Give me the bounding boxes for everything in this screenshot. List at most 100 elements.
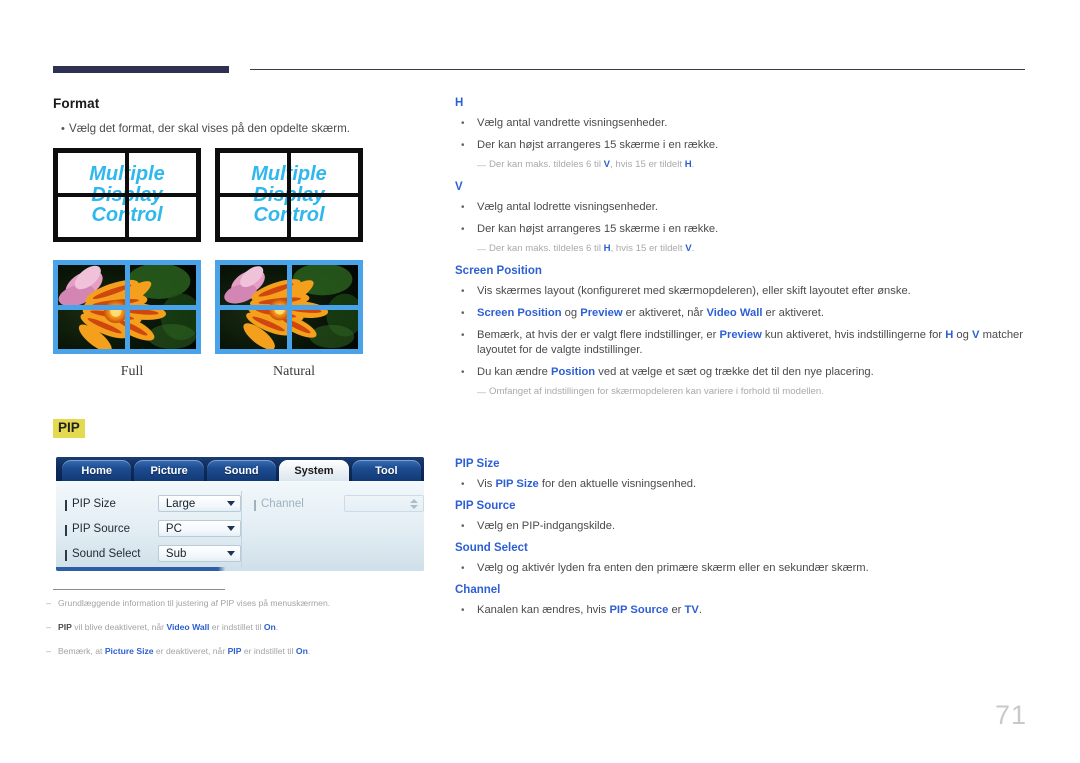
wall-text-line3: Control bbox=[253, 204, 325, 227]
bullet-glyph: • bbox=[461, 140, 465, 151]
osd-row-sound-select[interactable]: Sound Select Sub bbox=[65, 541, 241, 566]
bullet-text: Vælg og aktivér lyden fra enten den prim… bbox=[477, 562, 869, 574]
bullet-item: • Der kan højst arrangeres 15 skærme i e… bbox=[455, 138, 1030, 153]
osd-left-column: PIP Size Large PIP Source PC Sound Selec… bbox=[56, 491, 241, 571]
bullet-text: Du kan ændre Position ved at vælge et sæ… bbox=[477, 366, 874, 378]
bullet-glyph: • bbox=[461, 286, 465, 297]
note-dash: — bbox=[477, 160, 486, 170]
bullet-item: • Vælg antal vandrette visningsenheder. bbox=[455, 116, 1030, 131]
flower-photo bbox=[58, 265, 196, 349]
bullet-item: • Der kan højst arrangeres 15 skærme i e… bbox=[455, 222, 1030, 237]
wall-text-line1: Multiple bbox=[89, 163, 165, 186]
bullet-text: Der kan højst arrangeres 15 skærme i en … bbox=[477, 139, 719, 151]
bullet-text: Vælg antal lodrette visningsenheder. bbox=[477, 201, 658, 213]
note-dash: — bbox=[477, 387, 486, 397]
osd-label-channel: Channel bbox=[254, 498, 344, 511]
bullet-glyph: • bbox=[461, 330, 465, 341]
wall-photo-natural bbox=[215, 260, 363, 354]
footnote-dash: – bbox=[46, 622, 52, 632]
note-item: — Omfanget af indstillingen for skærmopd… bbox=[455, 385, 1030, 399]
footnote-dash: – bbox=[46, 598, 52, 608]
osd-value-pip-size: Large bbox=[165, 497, 196, 510]
osd-tab-picture[interactable]: Picture bbox=[134, 460, 204, 481]
wall-diagram-natural-text: Multiple Display Control bbox=[215, 148, 363, 242]
caption-natural: Natural bbox=[273, 364, 315, 379]
footnote-item: – Grundlæggende information til justerin… bbox=[46, 597, 446, 610]
bullet-glyph: • bbox=[461, 224, 465, 235]
wall-text-line2: Display bbox=[91, 183, 163, 206]
osd-row-pip-source[interactable]: PIP Source PC bbox=[65, 516, 241, 541]
osd-row-channel: Channel bbox=[254, 491, 424, 516]
osd-tab-tool[interactable]: Tool bbox=[351, 460, 422, 481]
format-bullet: • Vælg det format, der skal vises på den… bbox=[53, 121, 433, 137]
header-rule bbox=[250, 69, 1025, 70]
page-number: 71 bbox=[994, 700, 1027, 730]
section-pip-size: PIP Size • Vis PIP Size for den aktuelle… bbox=[455, 457, 1030, 492]
section-title-screen-position: Screen Position bbox=[455, 265, 542, 277]
chevron-down-icon bbox=[227, 526, 235, 531]
chevron-down-icon bbox=[227, 501, 235, 506]
bullet-item: • Vælg og aktivér lyden fra enten den pr… bbox=[455, 561, 1030, 576]
osd-label-pip-size: PIP Size bbox=[65, 498, 158, 511]
header-accent-bar bbox=[53, 66, 229, 73]
bullet-item: • Screen Position og Preview er aktivere… bbox=[455, 306, 1030, 321]
footnote-text: Grundlæggende information til justering … bbox=[58, 598, 331, 608]
section-title-pip-source: PIP Source bbox=[455, 500, 516, 512]
note-item: — Der kan maks. tildeles 6 til H, hvis 1… bbox=[455, 242, 1030, 256]
bullet-glyph: • bbox=[461, 367, 465, 378]
section-title-h: H bbox=[455, 97, 464, 109]
bullet-text: Bemærk, at hvis der er valgt flere indst… bbox=[477, 329, 1023, 356]
osd-select-pip-size[interactable]: Large bbox=[157, 495, 241, 512]
footnote-dash: – bbox=[46, 646, 52, 656]
osd-tab-sound[interactable]: Sound bbox=[206, 460, 277, 481]
bullet-item: • Vælg en PIP-indgangskilde. bbox=[455, 519, 1030, 534]
stepper-arrows-icon bbox=[410, 498, 418, 509]
note-dash: — bbox=[477, 244, 486, 254]
osd-select-pip-source[interactable]: PC bbox=[157, 520, 241, 537]
note-text: Der kan maks. tildeles 6 til V, hvis 15 … bbox=[489, 159, 695, 170]
section-title-pip-size: PIP Size bbox=[455, 458, 500, 470]
bullet-text: Vælg en PIP-indgangskilde. bbox=[477, 520, 616, 532]
pip-section-badge: PIP bbox=[53, 419, 85, 438]
bullet-glyph: • bbox=[461, 308, 465, 319]
wall-text-line1: Multiple bbox=[251, 163, 327, 186]
osd-select-sound-select[interactable]: Sub bbox=[157, 545, 241, 562]
video-wall-format-diagrams: Multiple Display Control Multiple Displa… bbox=[53, 148, 433, 388]
osd-tab-bar: Home Picture Sound System Tool bbox=[56, 457, 424, 481]
osd-menu-screenshot: Home Picture Sound System Tool PIP Size … bbox=[56, 457, 424, 571]
osd-label-pip-source: PIP Source bbox=[65, 523, 158, 536]
note-text: Der kan maks. tildeles 6 til H, hvis 15 … bbox=[489, 243, 695, 254]
wall-photo-full bbox=[53, 260, 201, 354]
section-channel: Channel • Kanalen kan ændres, hvis PIP S… bbox=[455, 583, 1030, 618]
bullet-text: Kanalen kan ændres, hvis PIP Source er T… bbox=[477, 604, 702, 616]
note-text: Omfanget af indstillingen for skærmopdel… bbox=[489, 386, 824, 397]
format-bullet-text: Vælg det format, der skal vises på den o… bbox=[69, 122, 350, 135]
format-heading: Format bbox=[53, 96, 100, 111]
osd-row-pip-size[interactable]: PIP Size Large bbox=[65, 491, 241, 516]
bullet-text: Screen Position og Preview er aktiveret,… bbox=[477, 307, 824, 319]
bullet-glyph: • bbox=[461, 202, 465, 213]
section-pip-source: PIP Source • Vælg en PIP-indgangskilde. bbox=[455, 499, 1030, 534]
footnote-text: PIP vil blive deaktiveret, når Video Wal… bbox=[58, 622, 279, 632]
bullet-item: • Kanalen kan ændres, hvis PIP Source er… bbox=[455, 603, 1030, 618]
bullet-glyph: • bbox=[461, 605, 465, 616]
bullet-item: • Vis PIP Size for den aktuelle visnings… bbox=[455, 477, 1030, 492]
section-sound-select: Sound Select • Vælg og aktivér lyden fra… bbox=[455, 541, 1030, 576]
bullet-item: • Bemærk, at hvis der er valgt flere ind… bbox=[455, 328, 1030, 358]
section-title-v: V bbox=[455, 181, 463, 193]
osd-value-sound-select: Sub bbox=[165, 547, 187, 560]
osd-tab-system[interactable]: System bbox=[279, 460, 349, 481]
format-section: Format • Vælg det format, der skal vises… bbox=[53, 96, 433, 143]
bullet-text: Vis skærmes layout (konfigureret med skæ… bbox=[477, 285, 911, 297]
section-title-channel: Channel bbox=[455, 584, 501, 596]
footnote-item: – PIP vil blive deaktiveret, når Video W… bbox=[46, 621, 446, 634]
bullet-item: • Vis skærmes layout (konfigureret med s… bbox=[455, 284, 1030, 299]
chevron-down-icon bbox=[227, 551, 235, 556]
osd-tab-home[interactable]: Home bbox=[62, 460, 132, 481]
osd-label-sound-select: Sound Select bbox=[65, 548, 158, 561]
bullet-glyph: • bbox=[461, 563, 465, 574]
bullet-text: Vælg antal vandrette visningsenheder. bbox=[477, 117, 668, 129]
bullet-glyph: • bbox=[461, 479, 465, 490]
footnote-item: – Bemærk, at Picture Size er deaktiveret… bbox=[46, 645, 446, 658]
osd-body: PIP Size Large PIP Source PC Sound Selec… bbox=[56, 481, 424, 571]
